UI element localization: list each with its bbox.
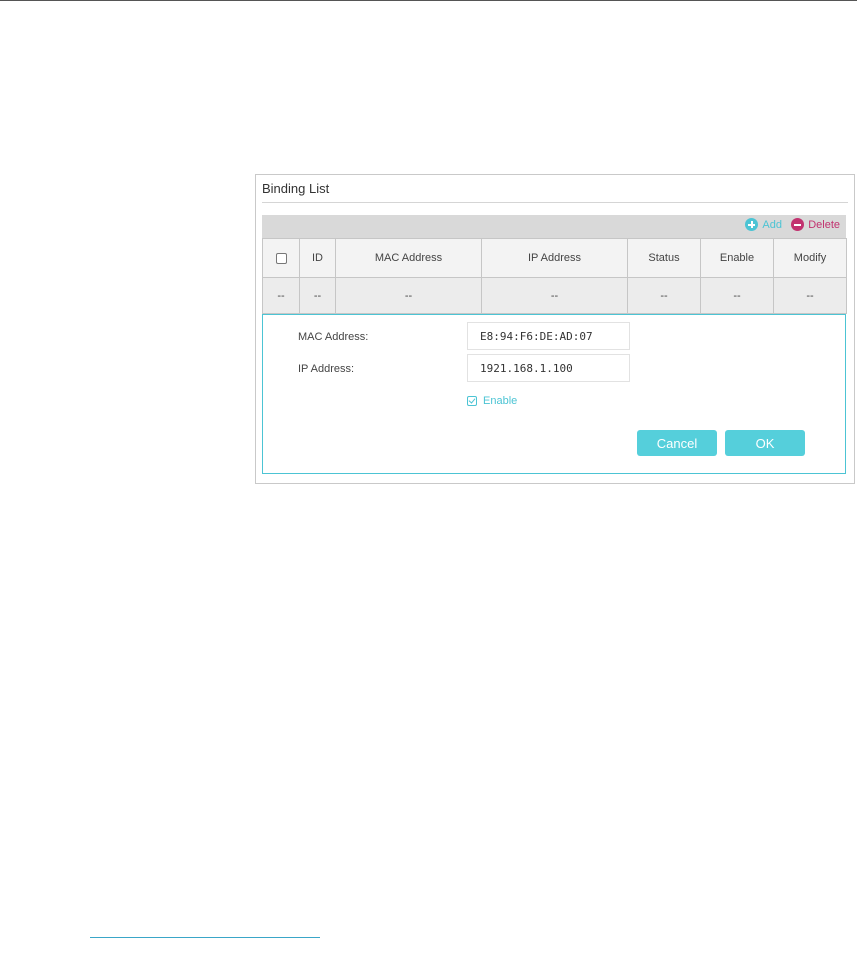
binding-form: MAC Address: IP Address: Enable Cancel O… xyxy=(262,314,846,474)
table-toolbar: Add Delete xyxy=(262,215,846,238)
page: Binding List Add Delete ID MAC Address I… xyxy=(0,0,857,964)
ok-button[interactable]: OK xyxy=(725,430,805,456)
binding-table-wrap: Add Delete ID MAC Address IP Address Sta… xyxy=(262,215,847,314)
minus-circle-icon xyxy=(791,218,805,231)
column-header-ip: IP Address xyxy=(481,238,628,278)
add-label: Add xyxy=(762,218,782,231)
select-all-checkbox[interactable] xyxy=(275,252,287,264)
column-header-status: Status xyxy=(627,238,701,278)
table-cell: -- xyxy=(627,277,701,314)
column-header-id: ID xyxy=(299,238,336,278)
ip-address-label: IP Address: xyxy=(298,363,355,375)
select-all-header[interactable] xyxy=(262,238,300,278)
table-header-row: ID MAC Address IP Address Status Enable … xyxy=(262,238,847,278)
enable-label: Enable xyxy=(483,395,518,407)
table-row: -- -- -- -- -- -- -- xyxy=(262,277,847,314)
checkbox-checked-icon xyxy=(467,396,477,406)
ip-address-input[interactable] xyxy=(467,354,630,382)
cancel-button[interactable]: Cancel xyxy=(637,430,717,456)
plus-circle-icon xyxy=(745,218,759,231)
table-cell: -- xyxy=(481,277,628,314)
mac-address-input[interactable] xyxy=(467,322,630,350)
table-cell: -- xyxy=(335,277,482,314)
table-cell: -- xyxy=(262,277,300,314)
table-cell: -- xyxy=(700,277,774,314)
column-header-mac: MAC Address xyxy=(335,238,482,278)
delete-button[interactable]: Delete xyxy=(791,218,840,231)
table-cell: -- xyxy=(773,277,847,314)
add-button[interactable]: Add xyxy=(745,218,782,231)
column-header-enable: Enable xyxy=(700,238,774,278)
top-divider xyxy=(0,0,857,1)
delete-label: Delete xyxy=(808,218,840,231)
panel-title: Binding List xyxy=(262,181,330,196)
bottom-link-underline xyxy=(90,937,320,938)
title-divider xyxy=(262,202,848,203)
column-header-modify: Modify xyxy=(773,238,847,278)
binding-table: ID MAC Address IP Address Status Enable … xyxy=(262,238,847,314)
mac-address-label: MAC Address: xyxy=(298,331,369,343)
binding-list-panel: Binding List Add Delete ID MAC Address I… xyxy=(255,174,855,484)
enable-checkbox[interactable]: Enable xyxy=(467,395,517,407)
table-cell: -- xyxy=(299,277,336,314)
